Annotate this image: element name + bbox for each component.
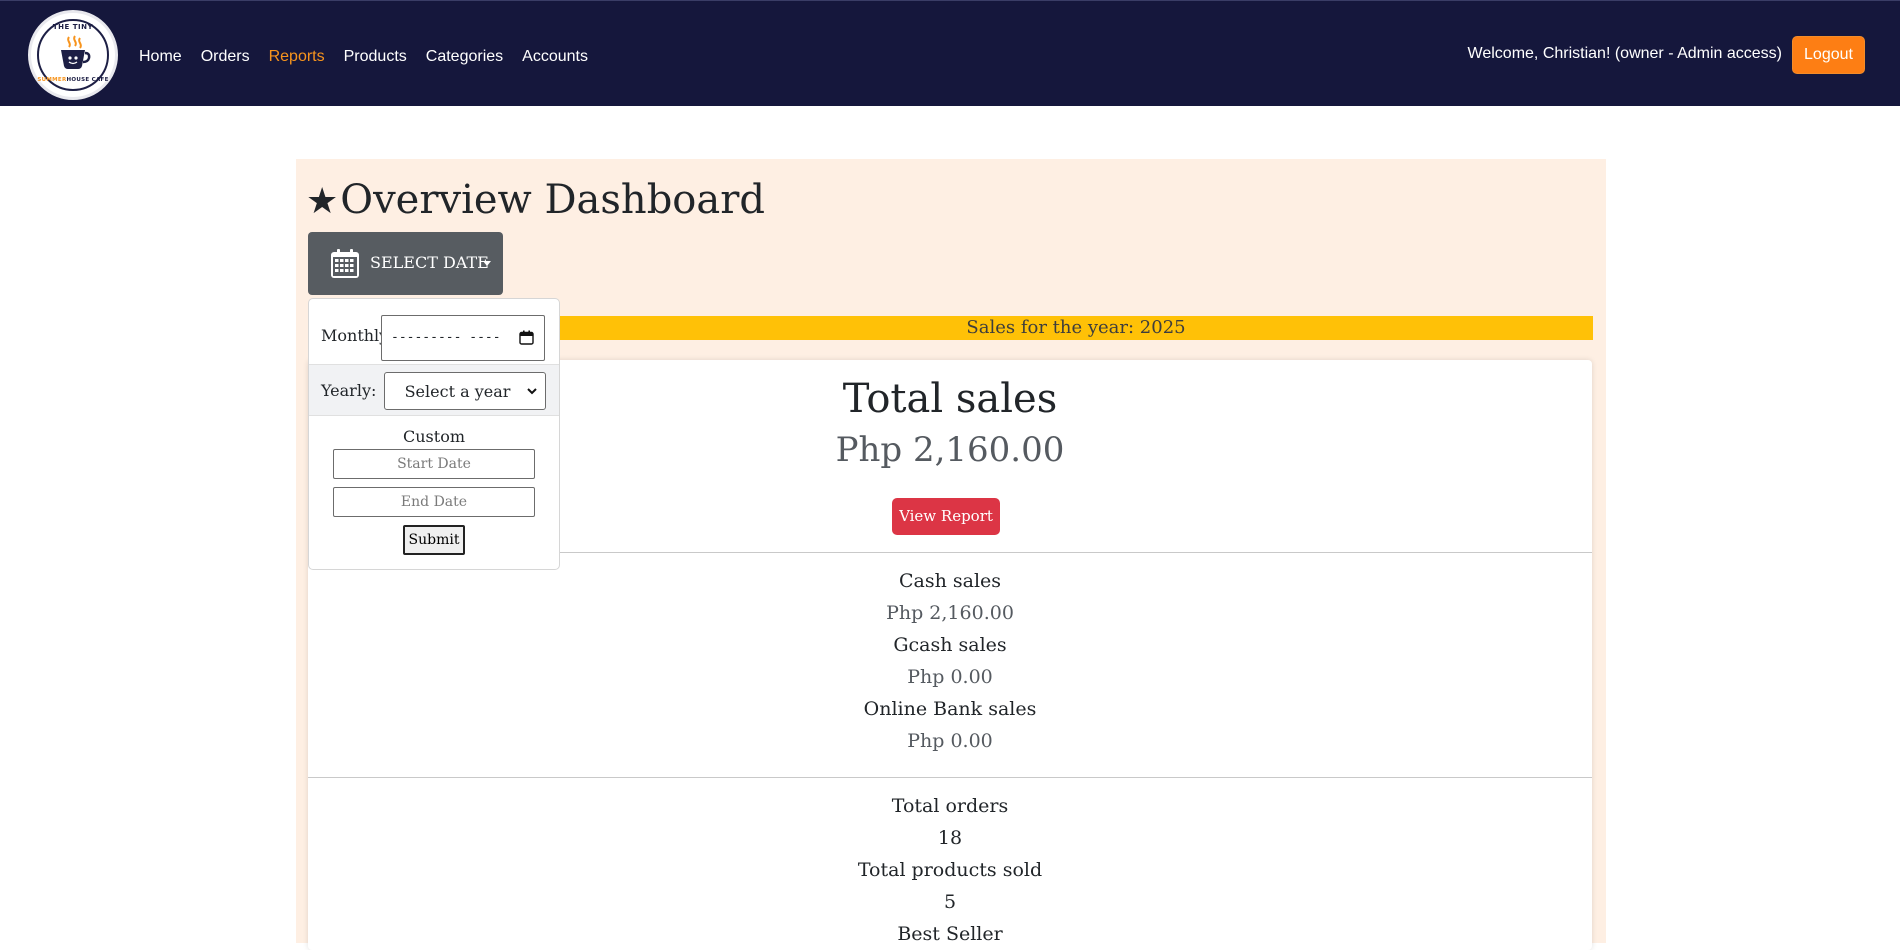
calendar-icon [331,249,359,278]
page-title: ★Overview Dashboard [306,177,765,223]
cafe-logo[interactable]: THE TINY SUMMERHOUSE CAFE [28,10,118,100]
chevron-down-icon [527,388,537,395]
logo-bottom-rest: HOUSE CAFE [66,77,109,83]
start-date-placeholder: Start Date [397,456,471,472]
logo-bottom-highlight: SUMMER [37,77,67,83]
logout-button[interactable]: Logout [1792,36,1865,74]
star-icon: ★ [306,181,339,222]
welcome-message: Welcome, Christian! (owner - Admin acces… [1467,45,1782,62]
nav-home[interactable]: Home [139,48,182,66]
online-bank-sales-value: Php 0.00 [907,730,993,752]
best-seller-label: Best Seller [897,923,1003,945]
nav-products[interactable]: Products [344,48,407,66]
monthly-row: Monthly: --------- ---- [309,299,559,363]
select-date-button[interactable]: SELECT DATE [308,232,503,295]
select-date-label: SELECT DATE [370,253,489,272]
date-dropdown-menu: Monthly: --------- ---- Yearly: Select a… [308,298,560,570]
page-title-text: Overview Dashboard [340,177,765,223]
cash-sales-label: Cash sales [898,570,1002,592]
total-products-sold-value: 5 [943,891,957,913]
caret-down-icon [483,261,491,266]
year-banner: Sales for the year: 2025 [559,316,1593,340]
online-bank-sales-label: Online Bank sales [863,698,1037,720]
total-orders-label: Total orders [891,795,1009,817]
gcash-sales-value: Php 0.00 [907,666,993,688]
monthly-input[interactable]: --------- ---- [381,315,545,361]
view-report-button[interactable]: View Report [892,498,1000,535]
submit-button[interactable]: Submit [403,525,465,555]
yearly-row: Yearly: Select a year [309,364,559,416]
calendar-small-icon[interactable] [519,330,534,345]
cash-sales-value: Php 2,160.00 [886,602,1014,624]
start-date-input[interactable]: Start Date [333,449,535,479]
total-products-sold-label: Total products sold [857,859,1043,881]
yearly-label: Yearly: [321,381,377,400]
custom-label: Custom [403,427,465,446]
monthly-input-value: --------- ---- [391,330,501,345]
total-orders-value: 18 [937,827,963,849]
logo-bottom-text: SUMMERHOUSE CAFE [31,77,115,83]
nav-accounts[interactable]: Accounts [522,48,588,66]
main-nav: Home Orders Reports Products Categories … [139,48,607,66]
yearly-select-value: Select a year [404,382,511,401]
top-navbar: THE TINY SUMMERHOUSE CAFE Home Orders Re… [0,0,1900,106]
nav-orders[interactable]: Orders [201,48,250,66]
section-divider [308,777,1592,778]
end-date-input[interactable]: End Date [333,487,535,517]
end-date-placeholder: End Date [400,494,468,510]
gcash-sales-label: Gcash sales [893,634,1007,656]
nav-reports[interactable]: Reports [269,48,325,66]
logo-top-text: THE TINY [52,23,94,31]
coffee-cup-icon [61,35,91,69]
nav-categories[interactable]: Categories [426,48,503,66]
yearly-select[interactable]: Select a year [384,372,546,410]
